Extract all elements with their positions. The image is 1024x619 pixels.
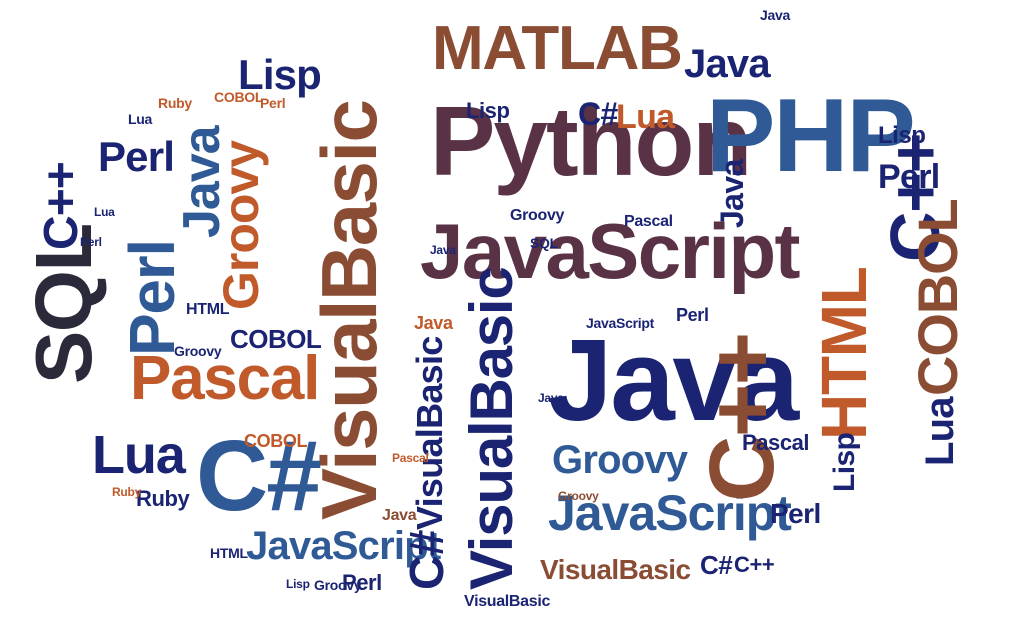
word-cobol-vertical: COBOL [906,199,969,396]
word-perl-upper: Perl [98,133,175,180]
word-pascal-tiny: Pascal [392,451,429,465]
word-cloud: Python PHP MATLAB Java JavaScript JavaSc… [0,0,1024,619]
word-html-vertical: HTML [808,267,880,440]
word-lua-small: Lua [128,111,153,127]
word-ruby-small: Ruby [158,95,192,111]
word-lisp-bottom: Lisp [286,577,310,591]
word-java-vertical-left: Java [173,126,231,238]
word-groovy-mid: Groovy [552,438,688,482]
word-lisp-mid: Lisp [466,98,510,123]
word-pascal-mid: Pascal [742,430,810,455]
word-java-vertical-right: Java [714,159,750,228]
word-java-tiny-2: Java [760,7,791,23]
word-perl-tiny: Perl [80,235,102,249]
word-lua-upper: Lua [616,98,675,136]
word-perl-right: Perl [878,158,940,196]
word-ruby-mid: Ruby [136,486,190,511]
word-javascript-small: JavaScript [586,315,655,331]
word-visualbasic-vertical-mid: VisualBasic [458,267,525,590]
word-csharp-lower: C# [700,550,733,580]
word-visualbasic-bottom: VisualBasic [464,593,551,610]
word-lisp-vertical: Lisp [828,432,861,492]
word-cobol-small: COBOL [244,431,308,451]
word-java-upper-right: Java [684,42,771,86]
word-groovy-tiny: Groovy [558,489,599,503]
word-ruby-tiny: Ruby [112,485,142,499]
word-perl-vertical: Perl [116,240,188,356]
word-lua-tiny: Lua [94,205,115,219]
word-cpp-bottom: C++ [734,552,775,577]
word-pascal-large: Pascal [130,344,320,413]
word-sql-small: SQL [530,235,558,251]
word-perl-small-top: Perl [260,95,286,111]
word-lisp-right: Lisp [878,122,926,149]
word-cpp-large: C++ [691,333,793,502]
word-pascal-small: Pascal [624,213,673,230]
word-lisp-upper: Lisp [238,51,322,98]
word-groovy-bottom: Groovy [314,577,362,593]
word-perl-small-mid: Perl [676,305,709,325]
word-csharp-vertical: C# [401,530,454,590]
word-lua-large: Lua [92,425,186,485]
word-visualbasic-vertical-small: VisualBasic [409,336,450,530]
word-groovy-small: Groovy [510,207,565,224]
word-matlab: MATLAB [432,14,683,83]
word-java-brown-small: Java [382,507,417,524]
word-perl-lower: Perl [770,498,821,529]
word-lua-vertical: Lua [918,397,962,466]
word-csharp-upper: C# [578,96,618,132]
word-visualbasic-vertical-large: VisualBasic [305,100,393,520]
word-html-bottom: HTML [210,545,248,561]
word-java-orange-small: Java [414,313,453,333]
word-visualbasic-horizontal: VisualBasic [540,554,691,585]
word-java-tiny-3: Java [538,391,564,405]
word-java-tiny-1: Java [430,243,456,257]
